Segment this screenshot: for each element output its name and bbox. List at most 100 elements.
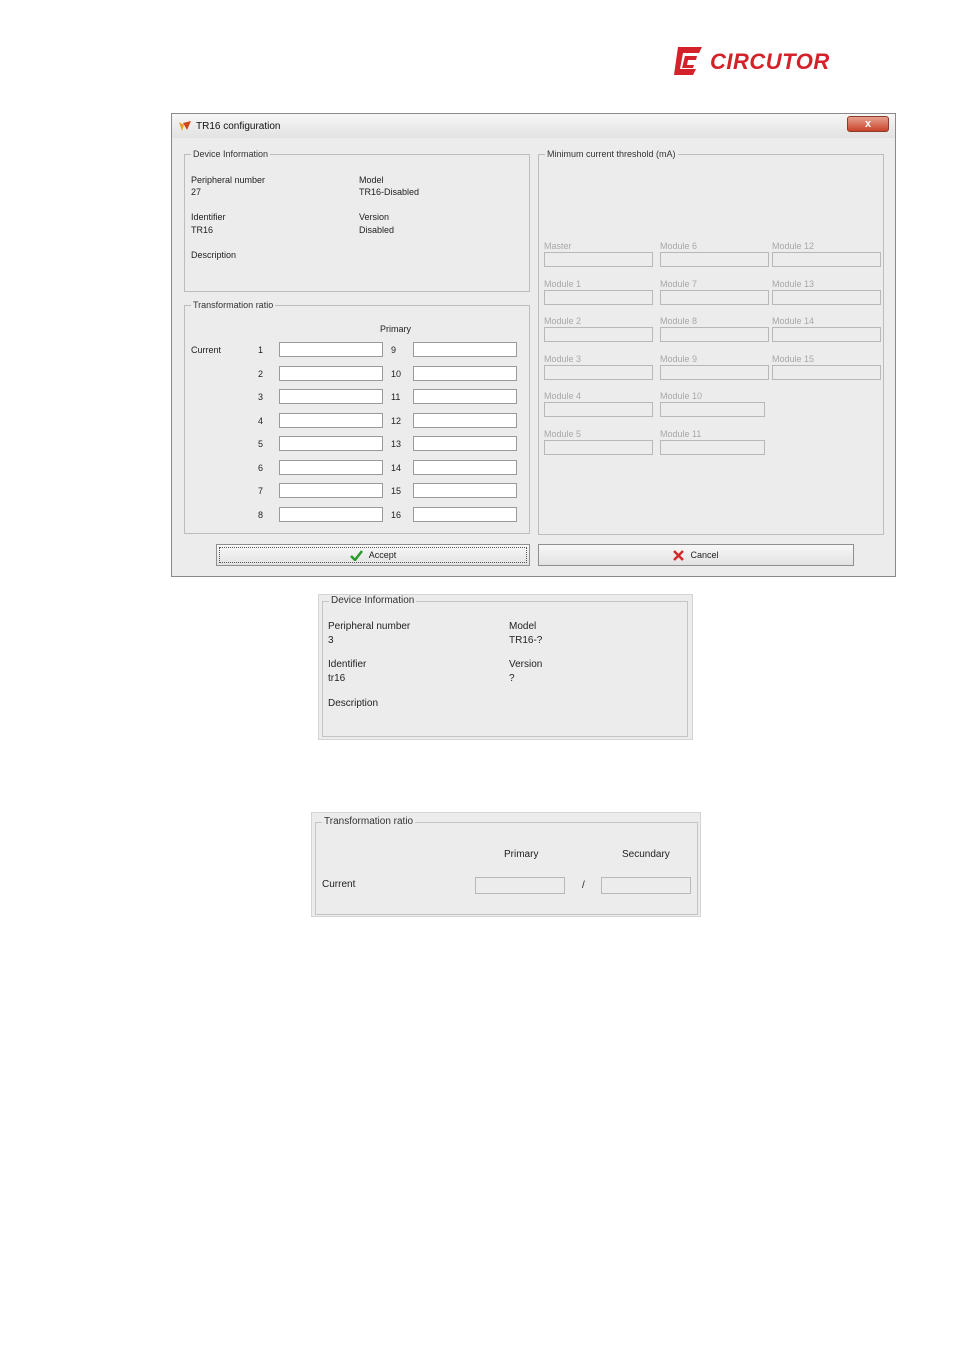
transformation-ratio-legend: Transformation ratio bbox=[191, 300, 276, 311]
description-label-2: Description bbox=[328, 698, 379, 709]
identifier-value: TR16 bbox=[191, 225, 214, 235]
title-bar: TR16 configuration x bbox=[172, 114, 895, 138]
cross-icon bbox=[673, 550, 685, 562]
module-threshold-input[interactable] bbox=[772, 364, 881, 380]
transformation-ratio-group-2: Transformation ratio Primary Secundary C… bbox=[315, 816, 698, 915]
primary-ratio-input[interactable] bbox=[279, 389, 383, 404]
version-value: Disabled bbox=[359, 225, 395, 235]
row-number-label: 5 bbox=[258, 439, 264, 449]
row-number-label: 9 bbox=[391, 345, 397, 355]
cancel-button[interactable]: Cancel bbox=[538, 544, 854, 566]
secundary-label: Secundary bbox=[622, 849, 670, 860]
app-icon bbox=[179, 121, 191, 131]
primary-input[interactable] bbox=[475, 877, 565, 894]
module-threshold-label: Module 1 bbox=[544, 278, 582, 289]
primary-label: Primary bbox=[380, 324, 411, 334]
module-threshold-label: Module 12 bbox=[772, 241, 815, 251]
primary-ratio-input[interactable] bbox=[413, 459, 517, 475]
version-label: Version bbox=[359, 212, 390, 222]
transformation-ratio-legend-2: Transformation ratio bbox=[322, 816, 416, 827]
device-information-legend: Device Information bbox=[191, 149, 271, 160]
primary-ratio-input[interactable] bbox=[413, 412, 517, 428]
transformation-ratio-group: Transformation ratio Primary Current 1 9 2… bbox=[184, 300, 530, 534]
module-threshold-input[interactable] bbox=[544, 252, 653, 267]
identifier-value-2: tr16 bbox=[328, 673, 346, 684]
module-threshold-input[interactable] bbox=[772, 327, 881, 343]
row-number-label: 16 bbox=[391, 509, 402, 520]
module-threshold-label: Module 5 bbox=[544, 429, 582, 439]
primary-ratio-input[interactable] bbox=[279, 459, 383, 475]
module-threshold-label: Module 15 bbox=[772, 353, 815, 364]
primary-ratio-input[interactable] bbox=[279, 506, 383, 522]
version-label-2: Version bbox=[509, 659, 543, 670]
primary-ratio-input[interactable] bbox=[413, 506, 517, 522]
row-number-label: 13 bbox=[391, 439, 402, 449]
module-threshold-input[interactable] bbox=[544, 364, 653, 380]
model-label-2: Model bbox=[509, 621, 537, 632]
accept-button[interactable]: Accept bbox=[216, 544, 530, 566]
row-number-label: 4 bbox=[258, 415, 264, 426]
primary-ratio-input[interactable] bbox=[413, 389, 517, 404]
module-threshold-input[interactable] bbox=[772, 289, 881, 305]
identifier-label-2: Identifier bbox=[328, 659, 367, 670]
module-threshold-input[interactable] bbox=[660, 289, 769, 305]
secundary-input[interactable] bbox=[601, 877, 691, 894]
device-information-legend-2: Device Information bbox=[329, 595, 417, 606]
row-number-label: 2 bbox=[258, 368, 264, 379]
minimum-current-threshold-legend: Minimum current threshold (mA) bbox=[545, 149, 678, 160]
device-information-group: Device Information Peripheral number 27 … bbox=[184, 149, 530, 292]
primary-ratio-input[interactable] bbox=[413, 436, 517, 451]
row-number-label: 12 bbox=[391, 415, 402, 426]
row-number-label: 8 bbox=[258, 509, 264, 520]
window-title: TR16 configuration bbox=[196, 121, 281, 132]
module-threshold-input[interactable] bbox=[544, 440, 653, 455]
current-label-2: Current bbox=[322, 879, 356, 890]
peripheral-number-label-2: Peripheral number bbox=[328, 621, 411, 632]
identifier-label: Identifier bbox=[191, 212, 226, 222]
transformation-ratio-panel: Transformation ratio Primary Secundary C… bbox=[311, 812, 701, 917]
primary-ratio-input[interactable] bbox=[413, 365, 517, 381]
current-label: Current bbox=[191, 345, 222, 355]
module-threshold-input[interactable] bbox=[544, 402, 653, 418]
cancel-label: Cancel bbox=[690, 550, 719, 560]
module-threshold-label: Module 2 bbox=[544, 316, 582, 327]
module-threshold-label: Module 9 bbox=[660, 353, 698, 364]
close-button[interactable]: x bbox=[847, 116, 889, 132]
module-threshold-input[interactable] bbox=[544, 327, 653, 343]
description-label: Description bbox=[191, 250, 237, 260]
module-threshold-label: Module 11 bbox=[660, 429, 702, 439]
circutor-logo: CIRCUTOR bbox=[672, 44, 847, 80]
module-threshold-input[interactable] bbox=[660, 440, 765, 455]
row-number-label: 6 bbox=[258, 462, 264, 473]
module-threshold-input[interactable] bbox=[772, 252, 881, 267]
peripheral-number-value: 27 bbox=[191, 187, 202, 197]
primary-ratio-input[interactable] bbox=[279, 483, 383, 498]
device-information-panel: Device Information Peripheral number 3 M… bbox=[318, 594, 693, 740]
primary-ratio-input[interactable] bbox=[413, 342, 517, 357]
module-threshold-input[interactable] bbox=[660, 252, 769, 267]
primary-ratio-input[interactable] bbox=[413, 483, 517, 498]
module-threshold-input[interactable] bbox=[660, 402, 765, 418]
primary-ratio-input[interactable] bbox=[279, 365, 383, 381]
module-threshold-label: Module 3 bbox=[544, 353, 582, 364]
row-number-label: 14 bbox=[391, 462, 402, 473]
module-threshold-label: Module 13 bbox=[772, 278, 815, 289]
primary-ratio-input[interactable] bbox=[279, 412, 383, 428]
module-threshold-input[interactable] bbox=[660, 364, 769, 380]
close-icon: x bbox=[864, 118, 872, 130]
model-value-2: TR16-? bbox=[509, 635, 543, 646]
row-number-label: 1 bbox=[258, 345, 264, 355]
primary-ratio-input[interactable] bbox=[279, 342, 383, 357]
model-value: TR16-Disabled bbox=[359, 187, 420, 197]
row-number-label: 15 bbox=[391, 486, 402, 496]
module-threshold-label: Module 10 bbox=[660, 391, 703, 402]
version-value-2: ? bbox=[509, 673, 515, 684]
device-information-group-2: Device Information Peripheral number 3 M… bbox=[322, 595, 688, 737]
module-threshold-label: Module 14 bbox=[772, 316, 815, 327]
module-threshold-input[interactable] bbox=[660, 327, 769, 343]
row-number-label: 10 bbox=[391, 368, 402, 379]
primary-ratio-input[interactable] bbox=[279, 436, 383, 451]
module-threshold-input[interactable] bbox=[544, 289, 653, 305]
module-threshold-label: Module 7 bbox=[660, 278, 698, 289]
module-threshold-label: Master bbox=[544, 241, 572, 251]
